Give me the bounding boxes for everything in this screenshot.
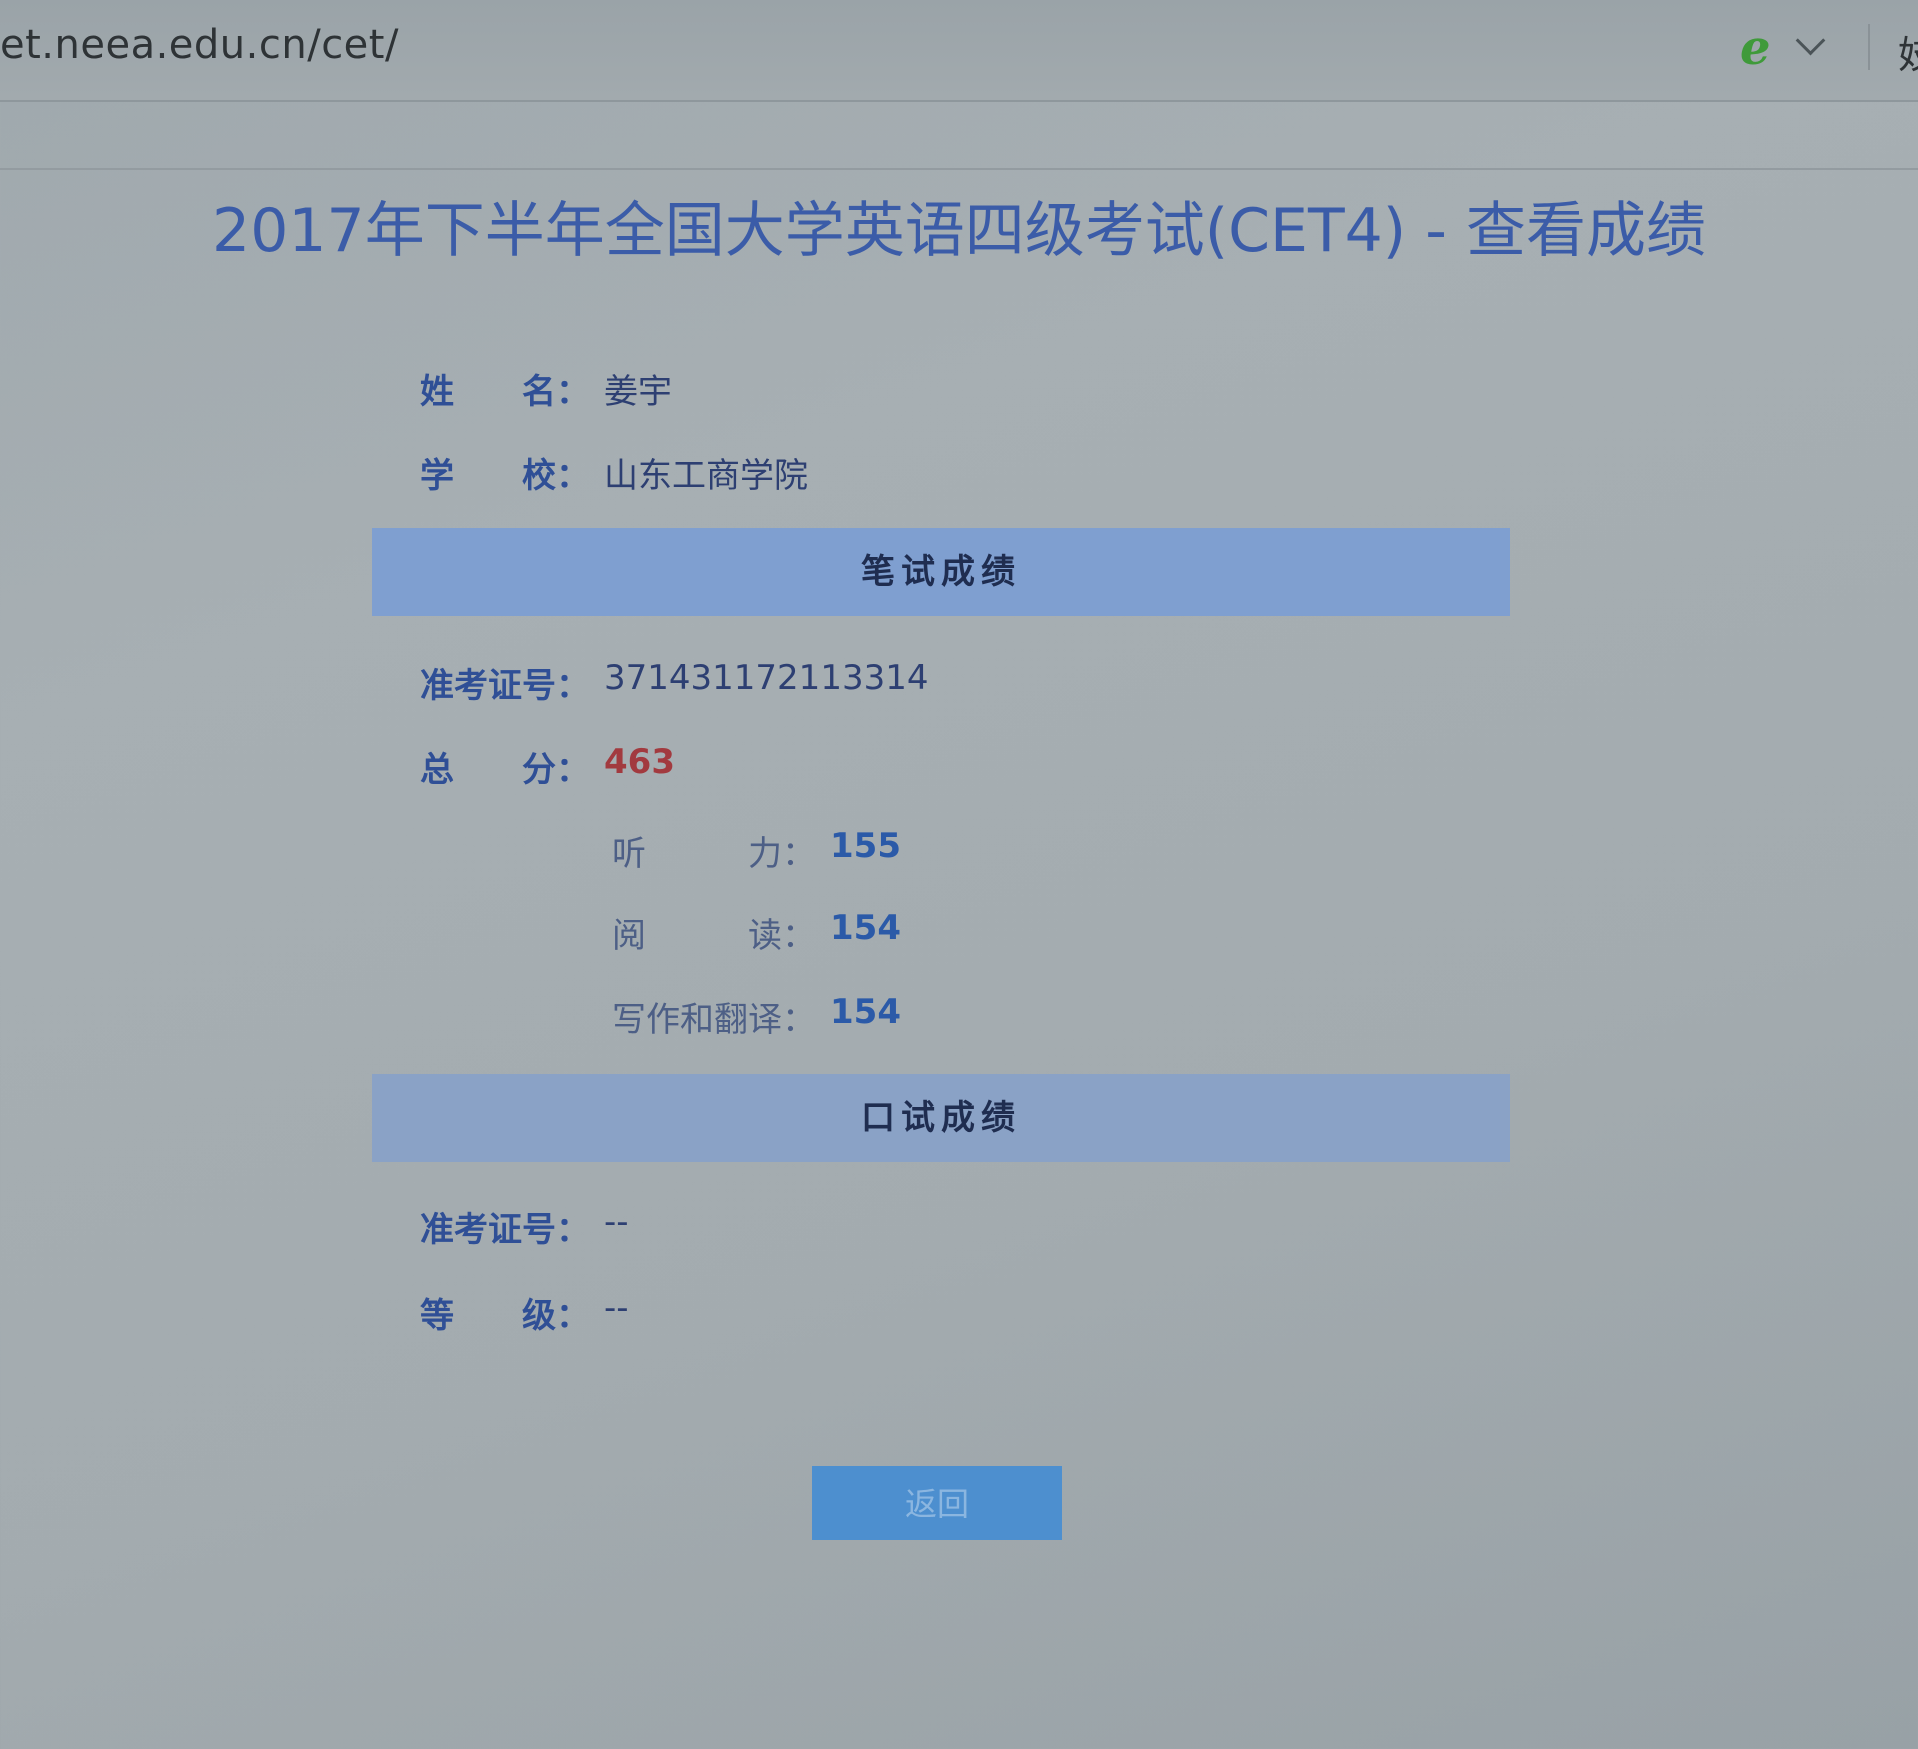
listening-score: 155 [830,826,901,866]
writing-translation-score: 154 [830,992,901,1032]
total-score-label: 总 分： [420,750,590,790]
listening-label: 听 力： [612,834,816,874]
oral-grade-label: 等 级： [420,1296,590,1336]
oral-grade-value: -- [604,1288,629,1328]
address-bar[interactable]: et.neea.edu.cn/cet/ e 妓 [0,0,1918,102]
page-title: 2017年下半年全国大学英语四级考试(CET4) - 查看成绩 [212,196,1706,266]
chevron-down-icon[interactable] [1795,25,1826,56]
writing-translation-label: 写作和翻译： [612,1000,816,1040]
name-label: 姓 名： [420,372,590,412]
browser-sub-bar [0,102,1918,170]
oral-ticket-value: -- [604,1202,629,1242]
oral-score-header: 口试成绩 [372,1074,1510,1162]
url-text[interactable]: et.neea.edu.cn/cet/ [0,22,399,68]
oral-ticket-label: 准考证号： [420,1210,590,1250]
school-label: 学 校： [420,456,590,496]
written-ticket-value: 371431172113314 [604,658,929,698]
total-score-value: 463 [604,742,675,782]
back-button[interactable]: 返回 [812,1466,1062,1540]
ie-compat-icon[interactable]: e [1740,20,1771,76]
reading-score: 154 [830,908,901,948]
toolbar-divider [1868,24,1870,70]
toolbar-cutoff-text: 妓 [1898,33,1918,77]
reading-label: 阅 读： [612,916,816,956]
written-score-header: 笔试成绩 [372,528,1510,616]
name-value: 姜宇 [604,372,672,412]
written-ticket-label: 准考证号： [420,666,590,706]
school-value: 山东工商学院 [604,456,808,496]
